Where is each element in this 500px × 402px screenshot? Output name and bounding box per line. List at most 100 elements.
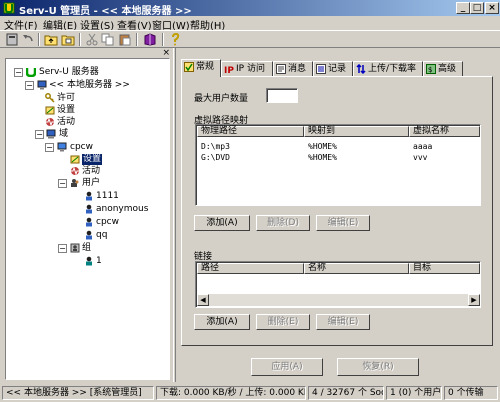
tab-ip-access[interactable]: IP IP 访问 xyxy=(221,61,273,76)
collapse-toggle[interactable]: − xyxy=(45,143,54,152)
table-cell-virtual[interactable]: aaaa xyxy=(413,142,432,151)
link-add-button[interactable]: 添加(A) xyxy=(194,314,250,330)
toolbar-separator xyxy=(136,33,138,46)
menu-bar: 文件(F) 编辑(E) 设置(S) 查看(V) 窗口(W) 帮助(H) xyxy=(0,16,500,32)
tree-node-license[interactable]: 许可 xyxy=(57,93,75,104)
tree-node-user[interactable]: 1111 xyxy=(96,191,119,202)
tree-node-domains[interactable]: 域 xyxy=(59,129,68,140)
tree-node-settings[interactable]: 设置 xyxy=(57,105,75,116)
tab-label: IP 访问 xyxy=(236,64,265,74)
user-icon xyxy=(86,204,92,214)
vp-delete-button[interactable]: 删除(D) xyxy=(256,215,310,231)
link-edit-button[interactable]: 编辑(E) xyxy=(316,314,370,330)
user-icon xyxy=(86,230,92,240)
restore-button[interactable]: 恢复(R) xyxy=(337,358,419,376)
domains-icon xyxy=(46,129,56,139)
status-sockets: 4 / 32767 个 Socket xyxy=(308,386,384,400)
link-delete-button[interactable]: 删除(E) xyxy=(256,314,310,330)
message-icon xyxy=(276,64,286,74)
group-icon xyxy=(86,256,92,266)
collapse-toggle[interactable]: − xyxy=(14,68,23,77)
title-bar: Serv-U 管理员 - << 本地服务器 >> _ □ × xyxy=(0,0,500,17)
minimize-button[interactable]: _ xyxy=(456,2,470,14)
max-users-input[interactable] xyxy=(266,88,298,103)
column-header-mapped-to[interactable]: 映射到 xyxy=(304,126,409,137)
server-icon[interactable] xyxy=(5,33,19,46)
tab-log[interactable]: 记录 xyxy=(313,61,353,76)
toolbar-separator xyxy=(79,33,81,46)
settings-icon xyxy=(45,106,55,115)
activity-icon xyxy=(46,117,54,127)
tree-node-groups[interactable]: 组 xyxy=(82,243,91,254)
tab-transfer-rate[interactable]: 上传/下载率 xyxy=(353,61,423,76)
undo-icon[interactable] xyxy=(21,33,35,46)
apply-button[interactable]: 应用(A) xyxy=(251,358,323,376)
toolbar xyxy=(0,30,500,48)
tree-node-local-server[interactable]: << 本地服务器 >> xyxy=(49,80,130,91)
window-title: Serv-U 管理员 - << 本地服务器 >> xyxy=(19,6,192,17)
help-icon[interactable] xyxy=(168,33,182,46)
status-server: << 本地服务器 >> [系统管理员] xyxy=(2,386,154,400)
tab-advanced[interactable]: $ 高级 xyxy=(423,61,463,76)
checkmark-icon xyxy=(184,62,194,72)
tree-pane-close-button[interactable]: × xyxy=(162,48,170,58)
folder-icon[interactable] xyxy=(61,33,75,46)
collapse-toggle[interactable]: − xyxy=(35,130,44,139)
tab-label: 上传/下载率 xyxy=(368,64,417,74)
links-horizontal-scrollbar[interactable]: ◀ ▶ xyxy=(197,294,480,306)
tree-node-user[interactable]: anonymous xyxy=(96,204,148,215)
vp-add-button[interactable]: 添加(A) xyxy=(194,215,250,231)
table-cell-physical[interactable]: G:\DVD xyxy=(201,153,230,162)
activity-icon xyxy=(71,166,79,176)
restore-button-label: 恢复(R) xyxy=(362,362,394,372)
tree-node-servu-server[interactable]: Serv-U 服务器 xyxy=(39,67,99,78)
scroll-left-icon[interactable]: ◀ xyxy=(197,294,209,306)
tree-node-group[interactable]: 1 xyxy=(96,256,102,267)
column-header-target[interactable]: 目标 xyxy=(409,263,480,274)
log-icon xyxy=(316,64,326,74)
svg-text:IP: IP xyxy=(224,66,234,74)
collapse-toggle[interactable]: − xyxy=(25,81,34,90)
domain-settings-pane: 常规 IP IP 访问 消息 记录 上传/下载率 $ 高级 最大用户数量 虚拟路… xyxy=(177,48,498,382)
servu-server-icon xyxy=(26,68,36,77)
status-transfers: 0 个传输 xyxy=(444,386,498,400)
virtual-paths-list[interactable]: 物理路径 映射到 虚拟名称 D:\mp3 %HOME% aaaa G:\DVD … xyxy=(195,124,481,206)
vp-edit-button[interactable]: 编辑(E) xyxy=(316,215,370,231)
book-icon[interactable] xyxy=(143,33,157,46)
copy-icon[interactable] xyxy=(101,33,115,46)
close-button[interactable]: × xyxy=(485,2,499,14)
scroll-right-icon[interactable]: ▶ xyxy=(468,294,480,306)
collapse-toggle[interactable]: − xyxy=(58,179,67,188)
table-cell-mapped[interactable]: %HOME% xyxy=(308,153,337,162)
apply-button-label: 应用(A) xyxy=(271,362,303,372)
tree-node-users[interactable]: 用户 xyxy=(82,178,100,189)
tab-messages[interactable]: 消息 xyxy=(273,61,313,76)
table-cell-mapped[interactable]: %HOME% xyxy=(308,142,337,151)
column-header-path[interactable]: 路径 xyxy=(197,263,304,274)
tab-general[interactable]: 常规 xyxy=(181,59,221,77)
tree-node-user[interactable]: qq xyxy=(96,230,107,241)
settings-tabs: 常规 IP IP 访问 消息 记录 上传/下载率 $ 高级 xyxy=(181,59,493,77)
max-users-label: 最大用户数量 xyxy=(194,94,249,104)
folder-up-icon[interactable] xyxy=(44,33,58,46)
pane-splitter[interactable] xyxy=(173,48,176,382)
tree-node-domain-settings[interactable]: 设置 xyxy=(82,154,103,165)
column-header-physical-path[interactable]: 物理路径 xyxy=(197,126,304,137)
tree-node-domain-cpcw[interactable]: cpcw xyxy=(70,142,93,153)
table-cell-physical[interactable]: D:\mp3 xyxy=(201,142,230,151)
table-cell-virtual[interactable]: vvv xyxy=(413,153,427,162)
cut-icon[interactable] xyxy=(85,33,99,46)
maximize-button[interactable]: □ xyxy=(470,2,484,14)
server-tree: − Serv-U 服务器 − << 本地服务器 >> 许可 设置 活动 − 域 … xyxy=(5,58,170,380)
links-list[interactable]: 路径 名称 目标 ◀ ▶ xyxy=(195,261,481,308)
column-header-virtual-name[interactable]: 虚拟名称 xyxy=(409,126,480,137)
tree-node-domain-activity[interactable]: 活动 xyxy=(82,166,100,177)
general-tab-panel: 最大用户数量 虚拟路径映射 物理路径 映射到 虚拟名称 D:\mp3 %HOME… xyxy=(181,76,493,346)
paste-icon[interactable] xyxy=(118,33,132,46)
status-bar: << 本地服务器 >> [系统管理员] 下载: 0.000 KB/秒 / 上传:… xyxy=(0,384,500,402)
tree-node-activity[interactable]: 活动 xyxy=(57,117,75,128)
column-header-name[interactable]: 名称 xyxy=(304,263,409,274)
tree-node-user[interactable]: cpcw xyxy=(96,217,119,228)
users-icon xyxy=(71,179,79,187)
collapse-toggle[interactable]: − xyxy=(58,244,67,253)
